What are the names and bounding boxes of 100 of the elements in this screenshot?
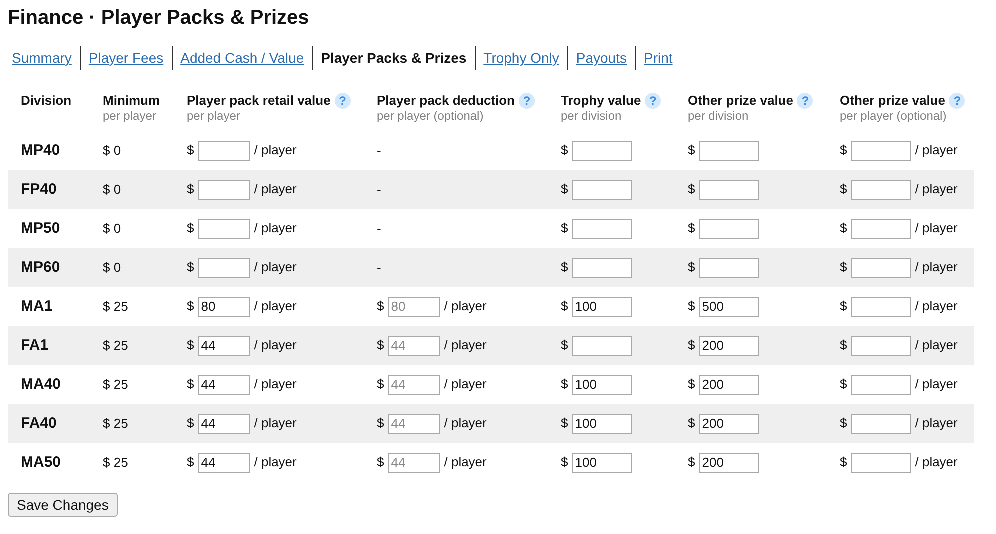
amount-field[interactable] [851,452,912,472]
currency-label: $ [561,376,568,391]
unit-label: / player [915,336,958,352]
currency-label: $ [187,298,194,313]
tab[interactable]: Player Packs & Prizes [321,46,475,70]
amount-field[interactable] [851,336,912,356]
currency-label: $ [561,454,568,469]
amount-field[interactable]: 100 [572,296,632,316]
amount-field[interactable] [851,414,912,434]
amount-field[interactable]: 80 [388,296,440,316]
tab[interactable]: Player Fees [88,46,172,70]
unit-label: / player [254,258,297,274]
empty-dash: - [377,260,382,275]
currency-label: $ [688,454,696,469]
currency-label: $ [688,220,696,235]
amount-field[interactable] [851,374,912,394]
amount-field[interactable]: 500 [699,296,760,316]
empty-dash: - [377,143,382,158]
unit-label: / player [915,414,958,430]
amount-field[interactable]: 80 [198,296,250,316]
amount-field[interactable]: 100 [572,414,632,434]
amount-field[interactable]: 44 [388,452,440,472]
unit-label: / player [915,220,958,235]
amount-field[interactable] [572,336,632,356]
save-button[interactable]: Save Changes [8,493,118,517]
currency-label: $ [561,298,568,313]
unit-label: / player [444,414,487,430]
tab[interactable]: Print [644,46,681,70]
amount-field[interactable]: 44 [198,414,250,434]
amount-field[interactable] [198,140,250,160]
amount-field[interactable] [851,296,912,316]
minimum-amount: $ 0 [103,143,122,158]
currency-label: $ [688,180,696,196]
tab[interactable]: Payouts [576,46,635,70]
amount-field[interactable]: 44 [388,374,440,394]
currency-label: $ [187,258,194,274]
empty-dash: - [377,182,382,197]
tab[interactable]: Added Cash / Value [180,46,312,70]
amount-field[interactable] [572,258,632,278]
currency-label: $ [187,414,194,430]
amount-field[interactable]: 200 [699,336,760,356]
amount-field[interactable] [851,258,912,278]
tab[interactable]: Trophy Only [484,46,568,70]
amount-field[interactable] [851,180,912,200]
tab[interactable]: Summary [12,46,80,70]
amount-field[interactable]: 44 [198,452,250,472]
currency-label: $ [840,180,848,196]
amount-field[interactable] [572,218,632,238]
unit-label: / player [444,376,487,391]
division-name: MP50 [21,220,60,237]
currency-label: $ [688,414,696,430]
unit-label: / player [254,414,297,430]
amount-field[interactable]: 100 [572,452,632,472]
column-subtitle: per player [103,109,158,123]
currency-label: $ [561,142,568,157]
amount-field[interactable] [572,180,632,200]
currency-label: $ [688,298,696,313]
amount-field[interactable]: 100 [572,374,632,394]
amount-field[interactable] [198,258,250,278]
currency-label: $ [187,220,194,235]
amount-field[interactable] [699,140,760,160]
page-title: Finance · Player Packs & Prizes [8,6,310,30]
amount-field[interactable] [851,140,912,160]
amount-field[interactable]: 200 [699,414,760,434]
division-name: MP60 [21,259,60,276]
amount-field[interactable] [198,180,250,200]
unit-label: / player [254,376,297,391]
amount-field[interactable]: 200 [699,374,760,394]
minimum-amount: $ 0 [103,221,122,236]
currency-label: $ [840,298,848,313]
currency-label: $ [688,336,696,352]
amount-field[interactable]: 44 [198,336,250,356]
amount-field[interactable] [198,218,250,238]
currency-label: $ [840,258,848,274]
currency-label: $ [187,454,194,469]
amount-field[interactable]: 44 [388,414,440,434]
amount-field[interactable] [699,258,760,278]
column-subtitle: per player (optional) [840,109,948,123]
division-name: MA1 [21,298,53,315]
unit-label: / player [254,220,297,235]
column-subtitle: per player [187,109,242,123]
column-header: Other prize value [688,93,794,109]
column-subtitle: per division [688,109,750,123]
unit-label: / player [915,376,958,391]
currency-label: $ [840,220,848,235]
minimum-amount: $ 0 [103,260,122,275]
amount-field[interactable] [572,140,632,160]
currency-label: $ [187,376,194,391]
amount-field[interactable] [699,218,760,238]
amount-field[interactable]: 200 [699,452,760,472]
amount-field[interactable]: 44 [198,374,250,394]
minimum-amount: $ 25 [103,416,128,431]
amount-field[interactable]: 44 [388,336,440,356]
amount-field[interactable] [699,180,760,200]
column-header: Player pack deduction [377,93,515,109]
column-header: Trophy value [561,93,642,109]
currency-label: $ [561,258,568,274]
currency-label: $ [688,142,696,157]
amount-field[interactable] [851,218,912,238]
unit-label: / player [254,142,297,157]
